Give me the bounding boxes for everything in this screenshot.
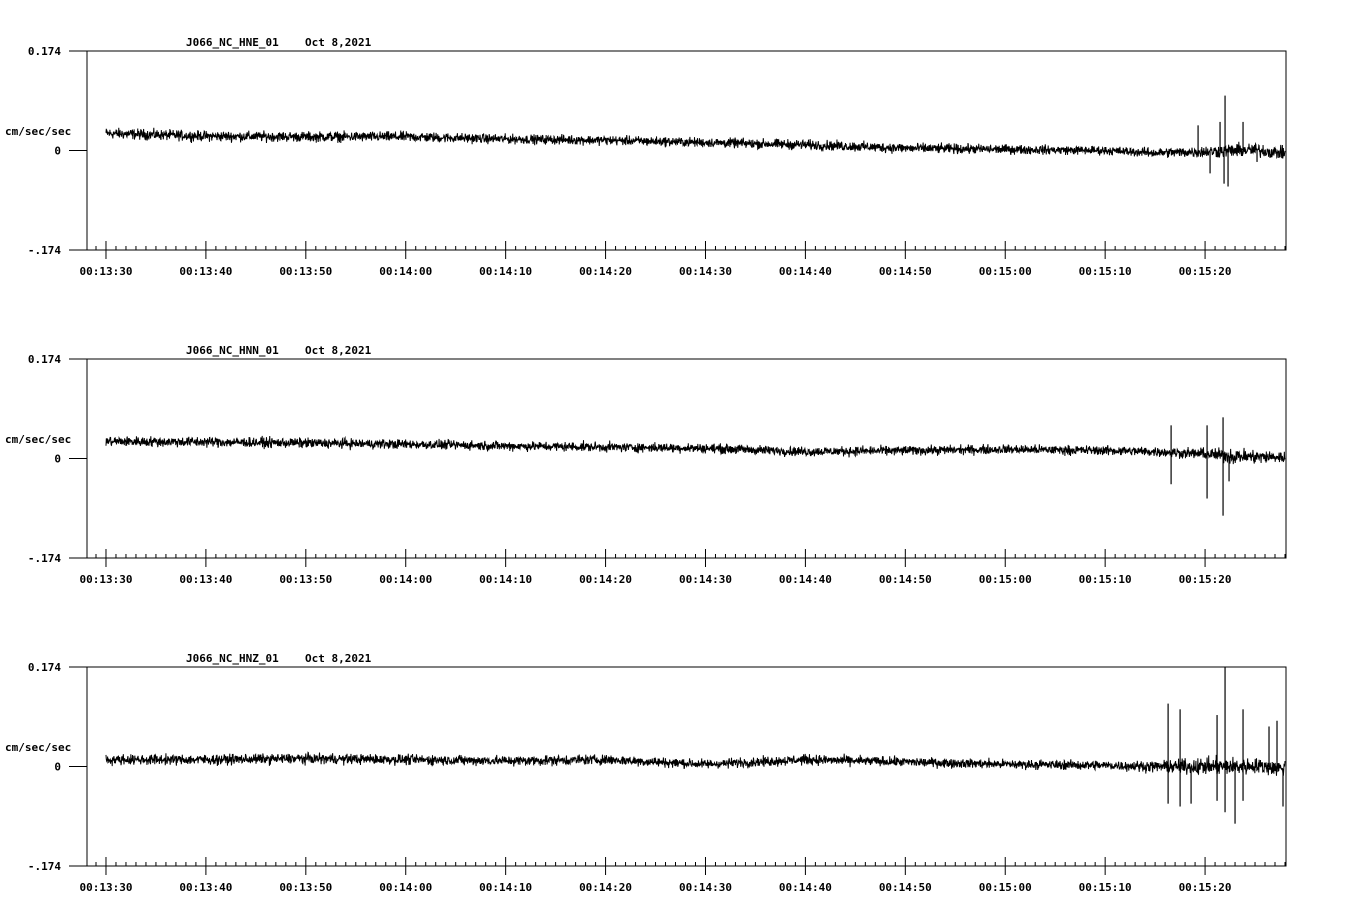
x-tick-label: 00:13:50 — [279, 881, 332, 894]
x-tick-label: 00:15:20 — [1179, 265, 1232, 278]
y-tick-label-bottom: -.174 — [28, 552, 61, 565]
x-tick-label: 00:13:50 — [279, 265, 332, 278]
panel-title: J066_NC_HNN_01 — [186, 344, 279, 357]
x-tick-label: 00:13:30 — [79, 265, 132, 278]
panel-date: Oct 8,2021 — [305, 344, 372, 357]
x-tick-label: 00:13:40 — [179, 265, 232, 278]
x-tick-label: 00:13:30 — [79, 881, 132, 894]
x-tick-label: 00:14:40 — [779, 573, 832, 586]
plot-frame — [86, 358, 1287, 559]
x-tick-label: 00:14:30 — [679, 881, 732, 894]
panel-title: J066_NC_HNZ_01 — [186, 652, 279, 665]
y-axis-label: cm/sec/sec — [5, 741, 71, 754]
x-tick-label: 00:15:00 — [979, 881, 1032, 894]
x-tick-label: 00:14:10 — [479, 265, 532, 278]
x-tick-label: 00:15:10 — [1079, 265, 1132, 278]
x-tick-label: 00:15:20 — [1179, 881, 1232, 894]
x-tick-label: 00:14:40 — [779, 265, 832, 278]
waveform-trace — [105, 127, 1286, 159]
x-tick-label: 00:14:20 — [579, 881, 632, 894]
y-tick-label-zero: 0 — [54, 761, 61, 774]
panel-date: Oct 8,2021 — [305, 652, 372, 665]
y-tick-label-top: 0.174 — [28, 353, 61, 366]
x-tick-label: 00:13:30 — [79, 573, 132, 586]
y-tick-label-zero: 0 — [54, 453, 61, 466]
y-tick-label-zero: 0 — [54, 145, 61, 158]
seismogram-figure: J066_NC_HNE_01 Oct 8,2021 cm/sec/sec 0.1… — [5, 36, 1287, 894]
x-tick-label: 00:15:10 — [1079, 881, 1132, 894]
y-tick-label-top: 0.174 — [28, 45, 61, 58]
panel-hnn: J066_NC_HNN_01 Oct 8,2021 cm/sec/sec 0.1… — [5, 344, 1287, 586]
x-tick-label: 00:14:50 — [879, 881, 932, 894]
x-tick-label: 00:15:20 — [1179, 573, 1232, 586]
waveform-trace — [105, 751, 1286, 776]
x-tick-label: 00:15:00 — [979, 265, 1032, 278]
x-tick-label: 00:14:00 — [379, 881, 432, 894]
x-tick-label: 00:15:10 — [1079, 573, 1132, 586]
panel-title: J066_NC_HNE_01 — [186, 36, 279, 49]
y-tick-label-bottom: -.174 — [28, 860, 61, 873]
x-tick-label: 00:14:10 — [479, 881, 532, 894]
x-tick-label: 00:14:50 — [879, 265, 932, 278]
x-tick-label: 00:13:40 — [179, 881, 232, 894]
x-tick-label: 00:13:50 — [279, 573, 332, 586]
x-tick-label: 00:14:00 — [379, 573, 432, 586]
y-axis-label: cm/sec/sec — [5, 125, 71, 138]
x-tick-label: 00:14:40 — [779, 881, 832, 894]
y-axis-label: cm/sec/sec — [5, 433, 71, 446]
y-tick-label-bottom: -.174 — [28, 244, 61, 257]
x-tick-label: 00:14:30 — [679, 573, 732, 586]
x-tick-label: 00:14:10 — [479, 573, 532, 586]
x-tick-label: 00:14:00 — [379, 265, 432, 278]
panel-date: Oct 8,2021 — [305, 36, 372, 49]
x-tick-label: 00:15:00 — [979, 573, 1032, 586]
panel-hne: J066_NC_HNE_01 Oct 8,2021 cm/sec/sec 0.1… — [5, 36, 1287, 278]
y-tick-label-top: 0.174 — [28, 661, 61, 674]
x-tick-label: 00:14:30 — [679, 265, 732, 278]
panel-hnz: J066_NC_HNZ_01 Oct 8,2021 cm/sec/sec 0.1… — [5, 652, 1287, 894]
x-tick-label: 00:14:50 — [879, 573, 932, 586]
x-tick-label: 00:13:40 — [179, 573, 232, 586]
waveform-trace — [105, 435, 1286, 465]
x-tick-label: 00:14:20 — [579, 265, 632, 278]
x-tick-label: 00:14:20 — [579, 573, 632, 586]
